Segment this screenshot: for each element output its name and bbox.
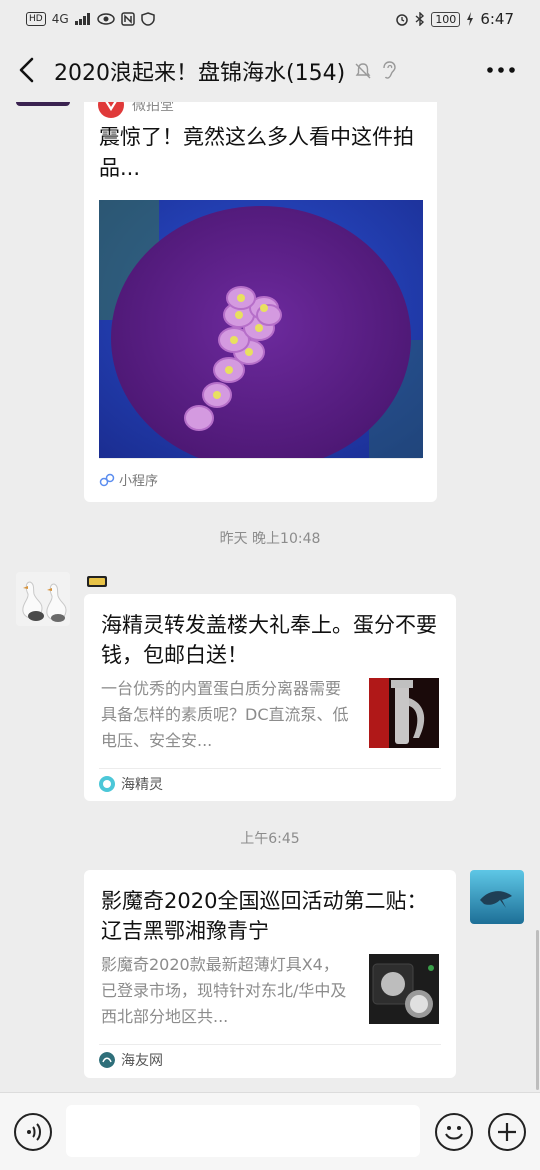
sender-avatar-partial[interactable] [16,102,70,106]
back-icon[interactable] [16,56,40,84]
more-functions-button[interactable] [488,1113,526,1151]
mini-program-title: 震惊了！竟然这么多人看中这件拍品... [99,125,414,180]
mini-program-icon [99,473,115,486]
mute-icon [355,63,371,79]
chat-area[interactable]: 微拍堂 震惊了！竟然这么多人看中这件拍品... 小程序 昨天 晚上10:48 海… [0,102,540,1092]
more-icon[interactable] [486,66,516,74]
link-card-description: 影魔奇2020款最新超薄灯具X4，已登录市场，现特针对东北/华中及西北部分地区共… [101,955,347,1026]
status-right: 100 6:47 [395,10,514,28]
timestamp: 上午6:45 [240,831,300,847]
link-card-title: 影魔奇2020全国巡回活动第二贴： 辽吉黑鄂湘豫青宁 [101,889,428,943]
link-card[interactable]: 影魔奇2020全国巡回活动第二贴： 辽吉黑鄂湘豫青宁 影魔奇2020款最新超薄灯… [84,870,456,1078]
mini-program-footer: 小程序 [99,470,158,489]
mini-program-source: 微拍堂 [132,102,174,114]
weipaitang-logo-icon [98,102,124,118]
timestamp: 昨天 晚上10:48 [219,531,321,547]
charging-icon [467,12,474,26]
chat-title: 2020浪起来！盘锦海水(154) [54,61,346,86]
bluetooth-icon [415,12,425,26]
mini-program-card[interactable]: 微拍堂 震惊了！竟然这么多人看中这件拍品... 小程序 [84,102,437,502]
coral-image [99,200,423,458]
scrollbar[interactable] [536,930,539,1090]
mini-program-label: 小程序 [119,474,159,489]
voice-button[interactable] [14,1113,52,1151]
card-divider [99,458,422,459]
status-left: HD 4G [26,12,155,26]
sender-badge-icon [87,576,107,587]
link-card-thumbnail [369,678,439,748]
link-card-title: 海精灵转发盖楼大礼奉上。蛋分不要钱，包邮白送！ [101,613,437,667]
status-bar: HD 4G 100 6:47 [0,0,540,38]
haijingling-logo-icon [99,776,115,792]
eye-icon [96,13,115,25]
card-divider [99,768,441,769]
link-card-source: 海精灵 [121,777,163,793]
status-time: 6:47 [480,10,514,28]
nfc-icon [120,12,135,26]
mini-program-header: 微拍堂 [98,102,174,118]
network-type: 4G [51,12,69,26]
link-card[interactable]: 海精灵转发盖楼大礼奉上。蛋分不要钱，包邮白送！ 一台优秀的内置蛋白质分离器需要具… [84,594,456,801]
emoji-button[interactable] [435,1113,473,1151]
link-card-thumbnail [369,954,439,1024]
haiyouwang-logo-icon [99,1052,115,1068]
link-card-description: 一台优秀的内置蛋白质分离器需要具备怎样的素质呢？DC直流泵、低电压、安全安... [101,679,349,750]
nav-bar: 2020浪起来！盘锦海水(154) [0,38,540,102]
my-avatar[interactable] [470,870,524,924]
link-card-source: 海友网 [121,1053,163,1069]
plus-icon [498,1123,516,1141]
input-bar [0,1092,540,1170]
battery-indicator: 100 [431,11,461,27]
emoji-icon [445,1126,463,1140]
link-card-footer: 海精灵 [99,774,163,794]
shield-icon [140,12,155,26]
signal-icon [74,13,90,25]
card-divider [99,1044,441,1045]
message-input[interactable] [66,1105,420,1157]
ear-icon [383,61,396,79]
hd-indicator: HD [26,12,46,26]
sender-avatar[interactable] [16,572,70,626]
link-card-footer: 海友网 [99,1050,163,1070]
voice-icon [27,1123,41,1141]
alarm-icon [396,14,409,26]
